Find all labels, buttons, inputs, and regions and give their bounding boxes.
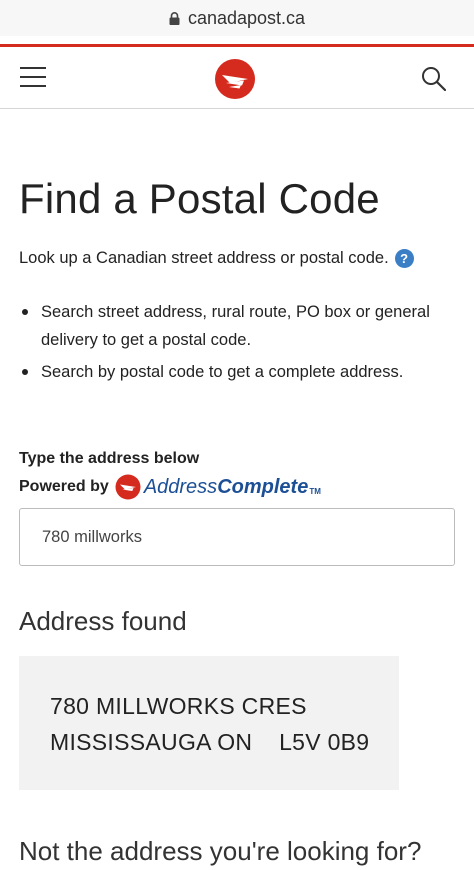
powered-by-text: Powered by bbox=[19, 478, 109, 495]
hamburger-menu-icon[interactable] bbox=[20, 67, 46, 87]
site-header bbox=[0, 47, 474, 109]
result-street-line: 780 MILLWORKS CRES bbox=[50, 693, 307, 719]
address-input-label: Type the address below bbox=[19, 450, 200, 467]
not-your-address-heading: Not the address you're looking for? bbox=[19, 836, 422, 866]
address-complete-brand-part2: Complete bbox=[217, 475, 309, 498]
result-city-line: MISSISSAUGA ON L5V 0B9 bbox=[50, 729, 370, 755]
canada-post-logo[interactable] bbox=[214, 58, 256, 100]
address-complete-brand-part1: Address bbox=[143, 475, 218, 498]
list-item: Search street address, rural route, PO b… bbox=[19, 298, 459, 354]
intro-text-row: Look up a Canadian street address or pos… bbox=[19, 249, 414, 268]
url-text: canadapost.ca bbox=[187, 7, 306, 28]
canada-post-small-logo bbox=[115, 474, 141, 500]
page-title: Find a Postal Code bbox=[19, 175, 380, 222]
search-icon[interactable] bbox=[421, 66, 446, 91]
address-result-card[interactable]: 780 MILLWORKS CRES MISSISSAUGA ON L5V 0B… bbox=[19, 656, 399, 790]
list-item: Search by postal code to get a complete … bbox=[19, 358, 459, 386]
lock-icon bbox=[169, 11, 180, 25]
address-found-heading: Address found bbox=[19, 606, 187, 636]
intro-text: Look up a Canadian street address or pos… bbox=[19, 249, 389, 267]
powered-by-row: Powered by Address Complete TM bbox=[19, 474, 321, 500]
address-search-input[interactable] bbox=[19, 508, 455, 566]
trademark-mark: TM bbox=[309, 487, 321, 496]
browser-url-bar[interactable]: canadapost.ca bbox=[0, 0, 474, 36]
instructions-list: Search street address, rural route, PO b… bbox=[19, 298, 459, 390]
help-icon[interactable]: ? bbox=[394, 249, 414, 268]
